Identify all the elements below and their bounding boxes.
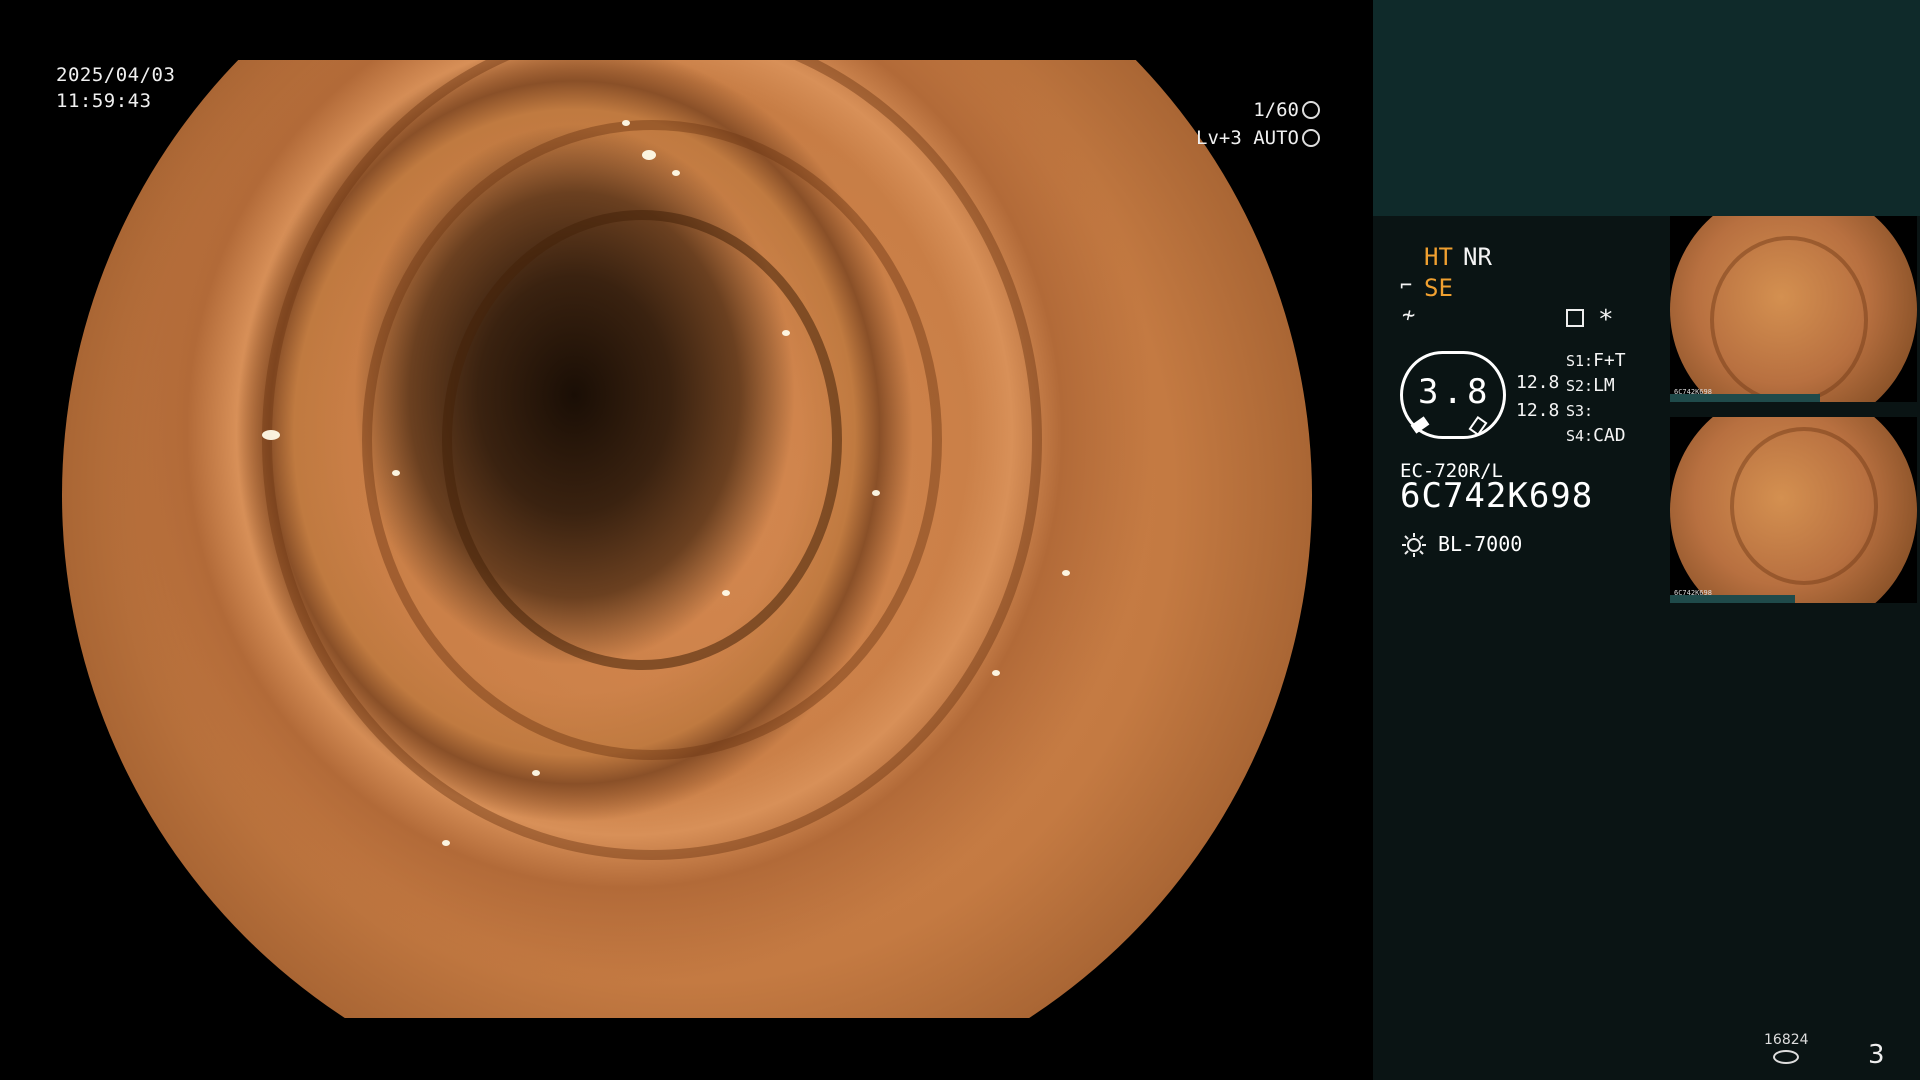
- endoscope-image: [62, 60, 1312, 1018]
- specular-highlight: [1062, 570, 1070, 576]
- mucosal-fold: [442, 210, 842, 670]
- switch-s3: S3:: [1566, 400, 1593, 421]
- specular-highlight: [392, 470, 400, 476]
- mucosal-fold: [1710, 236, 1868, 402]
- mode-se: SE: [1424, 274, 1453, 302]
- gauge-top-value: 12.8: [1516, 372, 1560, 393]
- specular-highlight: [782, 330, 790, 336]
- switch-key: S4:: [1566, 427, 1594, 445]
- storage-icon: [1773, 1050, 1799, 1064]
- specular-highlight: [262, 430, 280, 440]
- mode-nr: NR: [1463, 243, 1492, 271]
- date-label: 2025/04/03: [56, 64, 176, 86]
- freeze-icon: ≁: [1402, 303, 1416, 328]
- thumbnail-image: [1670, 216, 1917, 402]
- switch-s1: S1:F+T: [1566, 350, 1626, 371]
- switch-key: S1:: [1566, 352, 1594, 370]
- specular-highlight: [442, 840, 450, 846]
- page-number: 3: [1868, 1040, 1885, 1070]
- enhance-icon: ⌐: [1400, 273, 1413, 297]
- switch-s2: S2:LM: [1566, 375, 1615, 396]
- switch-value: CAD: [1593, 425, 1626, 446]
- shutter-icon: [1302, 101, 1320, 119]
- endoscope-live-view: [62, 60, 1312, 1018]
- specular-highlight: [872, 490, 880, 496]
- thumbnail-1[interactable]: 6C742K698: [1670, 216, 1917, 402]
- light-source-label: BL-7000: [1438, 532, 1523, 556]
- switch-s4: S4:CAD: [1566, 425, 1626, 446]
- switch-key: S3:: [1566, 402, 1594, 420]
- gauge-bottom-value: 12.8: [1516, 400, 1560, 421]
- shutter-speed: 1/60: [1253, 99, 1320, 121]
- specular-highlight: [992, 670, 1000, 676]
- switch-key: S2:: [1566, 377, 1594, 395]
- thumbnail-bar: [1670, 595, 1795, 603]
- time-label: 11:59:43: [56, 90, 152, 112]
- shutter-speed-label: 1/60: [1253, 99, 1299, 121]
- specular-highlight: [642, 150, 656, 160]
- mode-ht: HT: [1424, 243, 1453, 271]
- switch-value: F+T: [1593, 350, 1626, 371]
- specular-highlight: [532, 770, 540, 776]
- specular-highlight: [672, 170, 680, 176]
- thumbnail-image: [1670, 417, 1917, 603]
- panel-header: [1373, 0, 1920, 216]
- storage-count: 16824: [1764, 1032, 1809, 1048]
- thumbnail-bar: [1670, 394, 1820, 402]
- switch-value: LM: [1593, 375, 1615, 396]
- light-source-icon: [1402, 533, 1426, 557]
- iris-level-label: Lv+3 AUTO: [1196, 127, 1299, 149]
- specular-highlight: [722, 590, 730, 596]
- asterisk-icon: *: [1598, 305, 1614, 335]
- settings-icon: [1566, 309, 1584, 327]
- gauge-value: 3.8: [1418, 372, 1492, 412]
- scope-serial: 6C742K698: [1400, 476, 1594, 516]
- specular-highlight: [622, 120, 630, 126]
- iris-level: Lv+3 AUTO: [1196, 127, 1320, 149]
- mucosal-fold: [1730, 427, 1878, 585]
- thumbnail-2[interactable]: 6C742K698: [1670, 417, 1917, 603]
- auto-iris-icon: [1302, 129, 1320, 147]
